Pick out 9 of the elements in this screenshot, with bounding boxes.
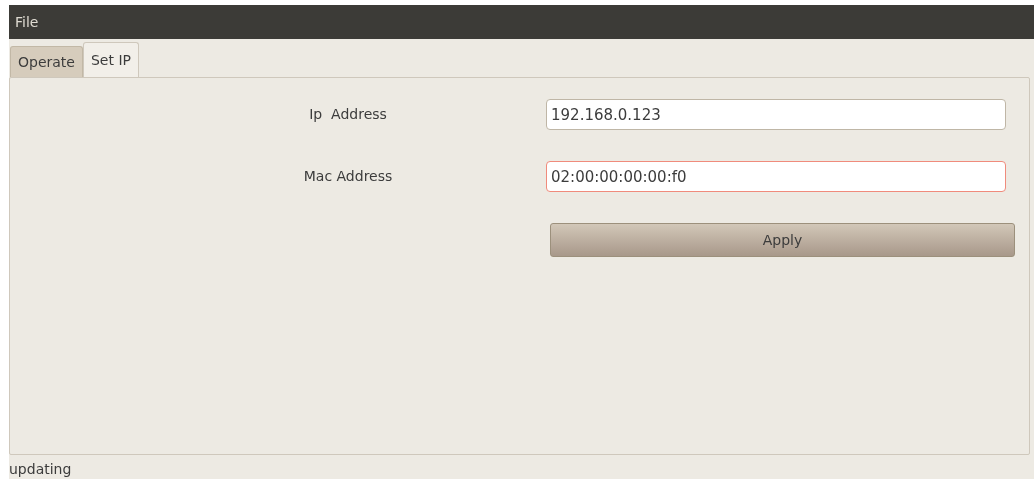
tab[interactable]: Set IP — [82, 42, 139, 77]
status-text: updating — [9, 459, 72, 479]
tab[interactable]: Operate — [10, 46, 83, 77]
menu-item[interactable]: File — [15, 11, 39, 33]
text-field[interactable]: 02:00:00:00:00:f0 — [546, 161, 1006, 192]
text-field[interactable]: 192.168.0.123 — [546, 99, 1006, 130]
apply-button[interactable]: Apply — [550, 223, 1015, 257]
field-label: Mac Address — [302, 167, 394, 186]
field-label: Ip Address — [308, 105, 388, 124]
